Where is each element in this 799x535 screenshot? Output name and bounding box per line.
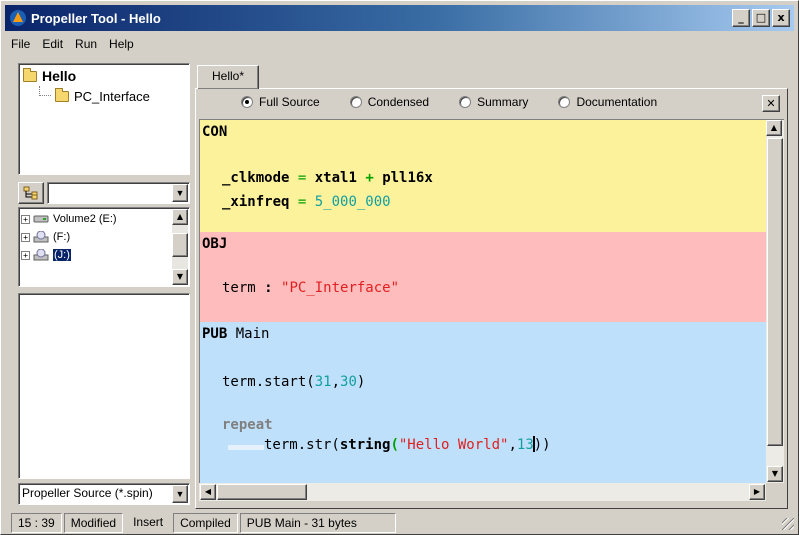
propeller-app-icon: [10, 10, 26, 26]
drive-list-scrollbar[interactable]: ▲ ▼: [172, 209, 188, 285]
drive-item[interactable]: + (F:): [21, 228, 187, 246]
scroll-up-icon[interactable]: ▲: [172, 209, 188, 225]
scroll-thumb[interactable]: [172, 233, 188, 257]
scroll-right-icon[interactable]: ▶: [749, 484, 765, 500]
code-line-xinfreq: _xinfreq = 5_000_000: [222, 194, 391, 210]
tree-item-child[interactable]: PC_Interface: [39, 86, 185, 106]
con-block: CON _clkmode = xtal1 + pll16x _xinfreq =…: [200, 120, 766, 232]
scrollbar-corner: [766, 483, 784, 501]
radio-summary[interactable]: Summary: [459, 95, 528, 109]
scroll-down-icon[interactable]: ▼: [172, 269, 188, 285]
cd-drive-icon: [33, 231, 49, 243]
menu-edit[interactable]: Edit: [36, 37, 69, 51]
drive-item[interactable]: + (J:): [21, 246, 187, 264]
tree-view-button[interactable]: [18, 182, 44, 204]
radio-icon: [459, 96, 472, 108]
folder-icon: [23, 67, 37, 82]
scroll-thumb[interactable]: [767, 138, 783, 446]
drive-selector: ▼: [18, 181, 190, 205]
editor-vertical-scrollbar[interactable]: ▲ ▼: [766, 119, 784, 483]
radio-icon: [558, 96, 571, 108]
tree-child-label: PC_Interface: [74, 88, 150, 104]
maximize-button[interactable]: □: [752, 9, 770, 27]
scroll-thumb[interactable]: [217, 484, 307, 500]
obj-block: OBJ term : "PC_Interface": [200, 232, 766, 322]
status-info: PUB Main - 31 bytes: [239, 513, 396, 533]
network-drive-icon: [33, 215, 49, 223]
drive-combo[interactable]: ▼: [47, 182, 190, 204]
indent-guide: [228, 445, 264, 450]
expand-icon[interactable]: +: [21, 250, 30, 260]
chevron-down-icon[interactable]: ▼: [172, 184, 188, 202]
editor-horizontal-scrollbar[interactable]: ◀ ▶: [199, 483, 766, 501]
folder-icon: [55, 87, 69, 102]
menu-help[interactable]: Help: [103, 37, 140, 51]
obj-header: OBJ: [202, 236, 228, 252]
radio-full-source[interactable]: Full Source: [241, 95, 320, 109]
resize-grip-icon[interactable]: [782, 518, 794, 530]
pub-header: PUB Main: [202, 326, 270, 342]
code-line-term: term : "PC_Interface": [222, 280, 400, 296]
tree-root-label: Hello: [42, 68, 77, 84]
pub-block: PUB Main term.start(31,30) repeat term.s…: [200, 322, 766, 483]
code-line-clkmode: _clkmode = xtal1 + pll16x: [222, 170, 433, 186]
view-mode-group: Full Source Condensed Summary Documentat…: [241, 95, 687, 109]
scroll-up-icon[interactable]: ▲: [766, 120, 782, 136]
cd-drive-icon: [33, 249, 49, 261]
radio-selected-icon: [241, 96, 253, 108]
radio-condensed[interactable]: Condensed: [349, 95, 429, 109]
drive-item[interactable]: + Volume2 (E:): [21, 210, 187, 228]
main-window: Propeller Tool - Hello _ □ x File Edit R…: [0, 0, 799, 535]
menu-bar: File Edit Run Help: [5, 33, 794, 55]
title-bar: Propeller Tool - Hello _ □ x: [5, 5, 794, 31]
code-editor[interactable]: CON _clkmode = xtal1 + pll16x _xinfreq =…: [199, 119, 766, 483]
tree-item-root[interactable]: Hello: [23, 66, 185, 86]
close-button[interactable]: x: [772, 9, 790, 27]
object-tree: Hello PC_Interface: [18, 63, 190, 175]
file-filter-combo[interactable]: Propeller Source (*.spin) ▼: [18, 483, 190, 505]
window-title: Propeller Tool - Hello: [31, 10, 161, 26]
menu-run[interactable]: Run: [69, 37, 103, 51]
close-tab-icon[interactable]: ✕: [762, 95, 780, 112]
expand-icon[interactable]: +: [21, 232, 30, 242]
tab-hello[interactable]: Hello*: [197, 65, 259, 89]
status-compiled: Compiled: [173, 513, 238, 533]
expand-icon[interactable]: +: [21, 214, 30, 224]
con-header: CON: [202, 124, 228, 140]
tree-view-icon: [23, 186, 38, 200]
code-line-repeat: repeat: [222, 417, 273, 433]
status-modified: Modified: [63, 513, 124, 533]
drive-list: + Volume2 (E:) + (F:) + (J:) ▲ ▼: [18, 207, 190, 287]
status-insert-mode: Insert: [133, 515, 164, 529]
menu-file[interactable]: File: [5, 37, 36, 51]
radio-icon: [349, 96, 362, 108]
radio-documentation[interactable]: Documentation: [558, 95, 657, 109]
scroll-left-icon[interactable]: ◀: [200, 484, 216, 500]
chevron-down-icon[interactable]: ▼: [172, 485, 188, 503]
code-line-start: term.start(31,30): [222, 374, 366, 390]
tree-branch-line: [39, 86, 51, 96]
minimize-button[interactable]: _: [732, 9, 750, 27]
file-list[interactable]: [18, 293, 190, 479]
scroll-down-icon[interactable]: ▼: [767, 466, 783, 482]
status-cursor-position: 15 : 39: [11, 513, 62, 533]
status-bar: 15 : 39 Modified Insert Compiled PUB Mai…: [11, 513, 398, 533]
code-line-str: term.str(string("Hello World",13)): [264, 436, 551, 453]
